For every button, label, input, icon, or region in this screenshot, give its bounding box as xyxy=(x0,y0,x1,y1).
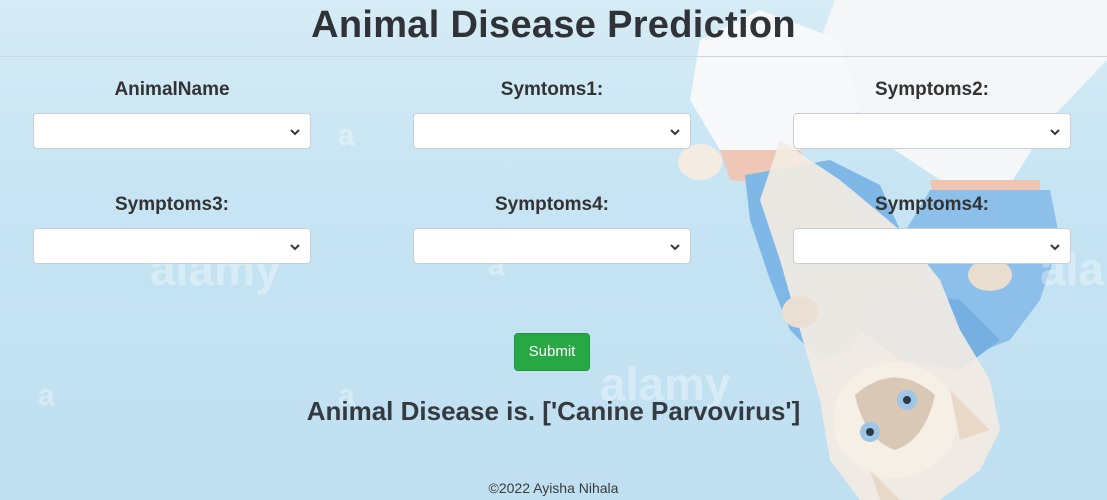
chevron-down-icon xyxy=(290,129,300,136)
svg-text:a: a xyxy=(338,119,355,152)
symptom2-label: Symptoms2: xyxy=(874,79,990,100)
symptom4-label: Symptoms4: xyxy=(494,194,610,215)
symptom5-select[interactable] xyxy=(793,228,1071,264)
page-title: Animal Disease Prediction xyxy=(311,4,796,46)
chevron-down-icon xyxy=(670,244,680,251)
animal-name-select[interactable] xyxy=(33,113,311,149)
symptom1-label: Symtoms1: xyxy=(500,79,604,100)
header: Animal Disease Prediction xyxy=(0,0,1107,57)
prediction-result: Animal Disease is. ['Canine Parvovirus'] xyxy=(306,396,801,426)
symptom2-select[interactable] xyxy=(793,113,1071,149)
submit-button[interactable]: Submit xyxy=(514,333,590,371)
animal-name-label: AnimalName xyxy=(114,79,230,100)
chevron-down-icon xyxy=(1050,244,1060,251)
symptom3-label: Symptoms3: xyxy=(114,194,230,215)
symptom5-label: Symptoms4: xyxy=(874,194,990,215)
chevron-down-icon xyxy=(670,129,680,136)
symptom1-select[interactable] xyxy=(413,113,691,149)
symptom3-select[interactable] xyxy=(33,228,311,264)
symptom4-select[interactable] xyxy=(413,228,691,264)
chevron-down-icon xyxy=(1050,129,1060,136)
footer-copyright: ©2022 Ayisha Nihala xyxy=(488,480,619,496)
chevron-down-icon xyxy=(290,244,300,251)
